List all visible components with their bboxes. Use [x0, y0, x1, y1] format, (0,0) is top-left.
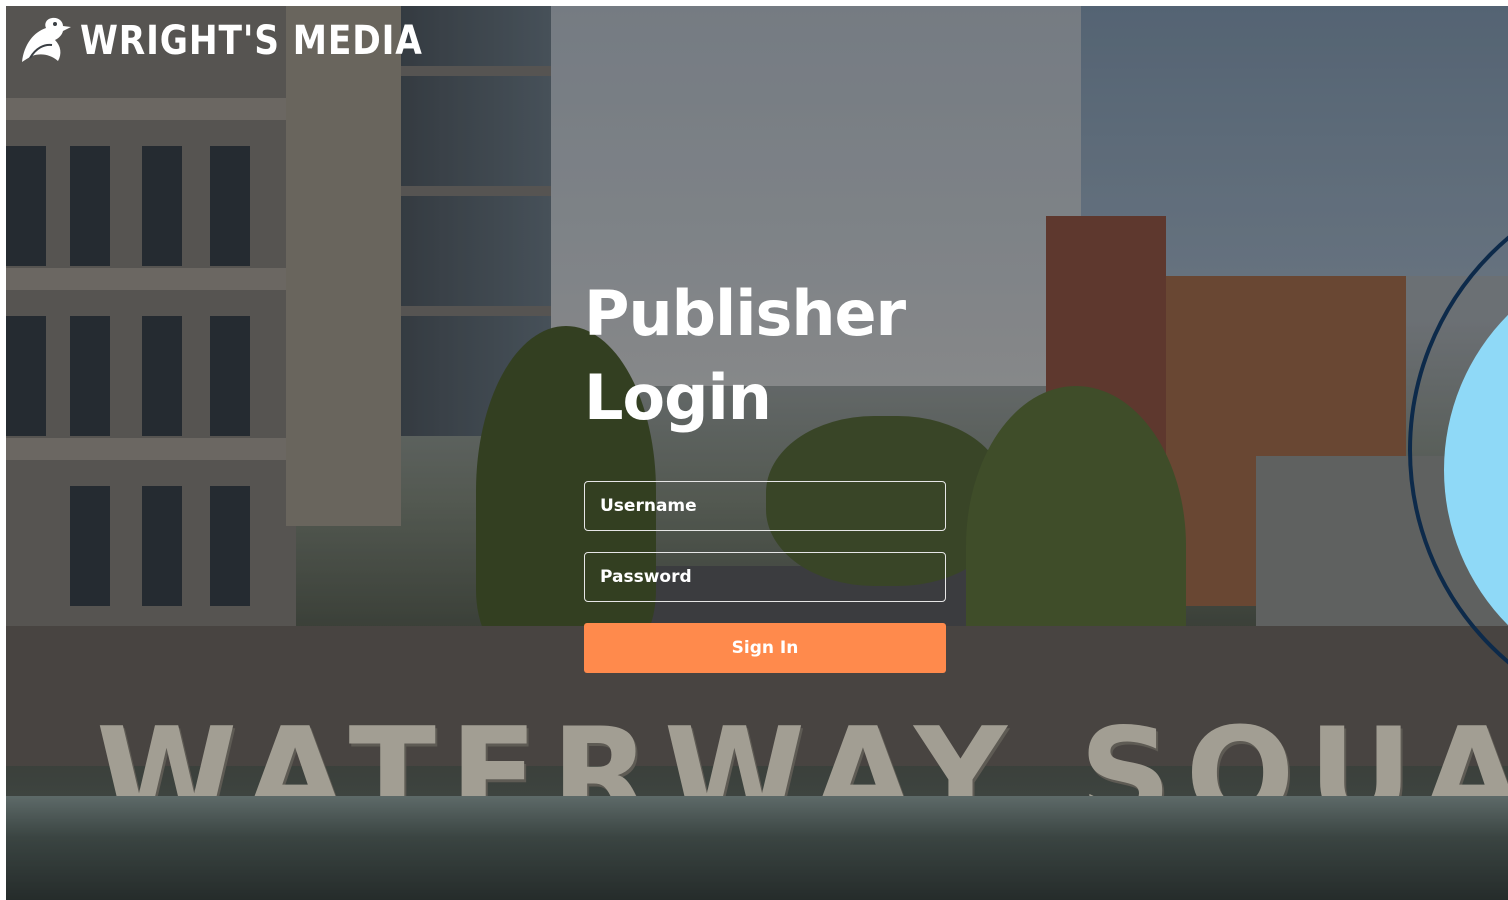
title-line-2: Login: [584, 361, 772, 434]
brand-name: WRIGHT'S MEDIA: [80, 18, 423, 64]
brand-logo[interactable]: WRIGHT'S MEDIA: [16, 14, 479, 68]
login-page: WATERWAY SQUARE WRIGHT'S MEDIA Publisher…: [0, 0, 1508, 900]
title-line-1: Publisher: [584, 277, 906, 350]
username-input[interactable]: [584, 481, 946, 531]
duck-icon: [22, 17, 71, 62]
background-photo: WATERWAY SQUARE: [6, 6, 1508, 900]
page-title: Publisher Login: [584, 272, 906, 440]
sign-in-button[interactable]: Sign In: [584, 623, 946, 673]
dark-overlay: [6, 6, 1508, 900]
password-input[interactable]: [584, 552, 946, 602]
